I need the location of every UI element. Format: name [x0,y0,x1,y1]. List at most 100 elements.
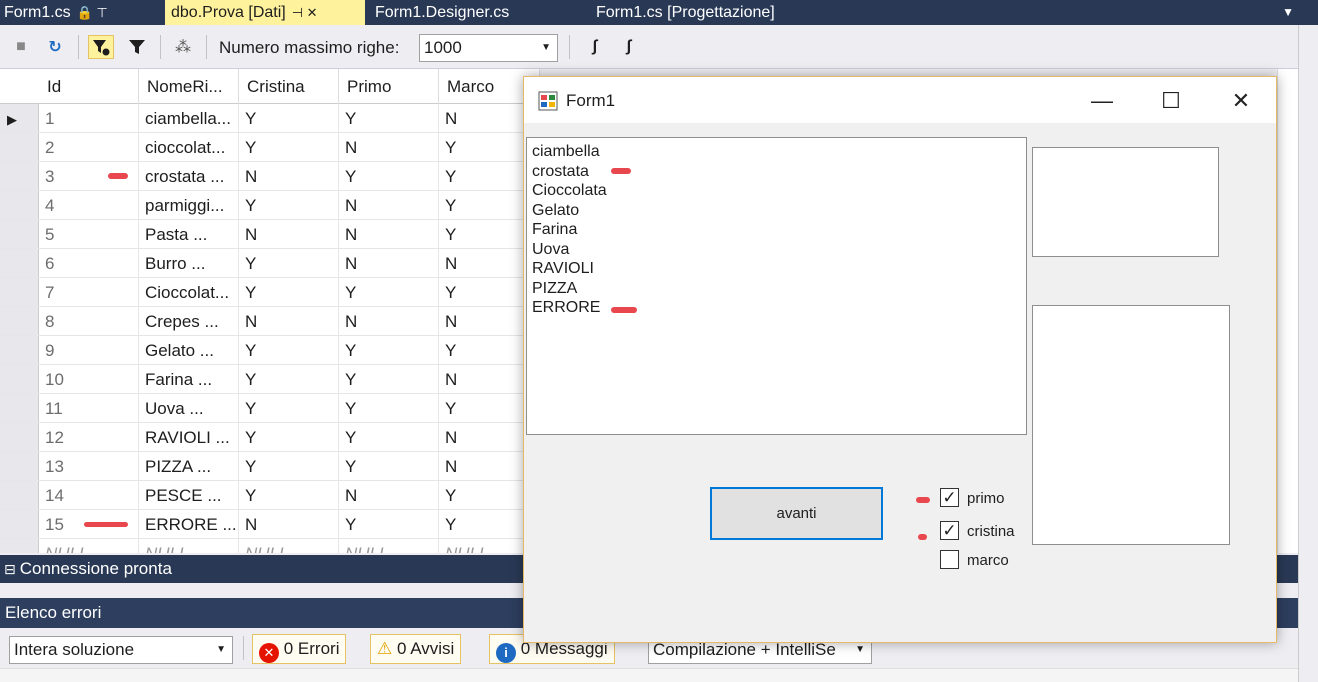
tab-dbo-prova-dati[interactable]: dbo.Prova [Dati] ⊣ ✕ [165,0,365,25]
table-row[interactable]: 10 Farina ... Y Y N [0,365,540,394]
table-row[interactable]: 12 RAVIOLI ... Y Y N [0,423,540,452]
list-item[interactable]: Cioccolata [532,181,607,200]
table-row[interactable]: 6 Burro ... Y N N [0,249,540,278]
avanti-button[interactable]: avanti [710,487,883,540]
cell-id[interactable]: 10 [39,365,139,394]
cell-nomeri[interactable]: Burro ... [139,249,239,278]
bottom-right-listbox[interactable] [1032,305,1230,545]
filter-toggle-icon[interactable] [88,35,114,59]
table-row[interactable]: 5 Pasta ... N N Y [0,220,540,249]
cell-primo[interactable]: N [339,133,439,162]
tab-form1-cs[interactable]: Form1.cs 🔒 ⊤ [4,0,108,25]
cell-cristina[interactable]: Y [239,336,339,365]
cell-primo[interactable]: NULL [339,539,439,553]
cell-primo[interactable]: Y [339,104,439,133]
pin-close-icon[interactable]: ⊣ ✕ [292,0,318,25]
cell-primo[interactable]: Y [339,278,439,307]
cell-cristina[interactable]: Y [239,104,339,133]
table-row[interactable]: ▶ 1 ciambella... Y Y N [0,104,540,133]
cell-cristina[interactable]: Y [239,249,339,278]
list-item[interactable]: crostata [532,162,589,181]
cell-nomeri[interactable]: PESCE ... [139,481,239,510]
minimize-icon[interactable]: — [1082,87,1122,117]
cell-nomeri[interactable]: Farina ... [139,365,239,394]
cell-cristina[interactable]: Y [239,481,339,510]
cell-id[interactable]: 12 [39,423,139,452]
table-row[interactable]: 15 ERRORE ... N Y Y [0,510,540,539]
cell-nomeri[interactable]: ciambella... [139,104,239,133]
cell-id[interactable]: 11 [39,394,139,423]
warnings-filter-button[interactable]: ⚠ 0 Avvisi [370,634,462,664]
cell-nomeri[interactable]: NULL [139,539,239,553]
cell-nomeri[interactable]: parmiggi... [139,191,239,220]
tab-overflow-dropdown-icon[interactable]: ▼ [1282,0,1294,25]
list-item[interactable]: RAVIOLI [532,259,594,278]
cell-primo[interactable]: Y [339,394,439,423]
cell-primo[interactable]: Y [339,365,439,394]
column-header-primo[interactable]: Primo [339,69,439,104]
cell-id[interactable]: 13 [39,452,139,481]
maximize-icon[interactable]: ☐ [1151,87,1191,117]
vertical-scrollbar[interactable] [1277,69,1298,553]
cell-primo[interactable]: N [339,307,439,336]
cell-nomeri[interactable]: crostata ... [139,162,239,191]
cell-cristina[interactable]: Y [239,452,339,481]
error-scope-combo[interactable]: Intera soluzione ▼ [9,636,233,664]
recipe-listbox[interactable]: ciambella crostata Cioccolata Gelato Farina U… [526,137,1027,435]
cell-primo[interactable]: Y [339,336,439,365]
cell-primo[interactable]: Y [339,510,439,539]
filter-icon[interactable] [124,35,150,59]
checkbox-cristina[interactable]: ✓ [940,521,959,540]
cell-cristina[interactable]: Y [239,191,339,220]
table-row[interactable]: 14 PESCE ... Y N Y [0,481,540,510]
checkbox-primo[interactable]: ✓ [940,488,959,507]
table-row[interactable]: 11 Uova ... Y Y Y [0,394,540,423]
cell-nomeri[interactable]: Uova ... [139,394,239,423]
cell-cristina[interactable]: NULL [239,539,339,553]
table-row[interactable]: 7 Cioccolat... Y Y Y [0,278,540,307]
cell-id[interactable]: 5 [39,220,139,249]
table-row[interactable]: 2 cioccolat... Y N Y [0,133,540,162]
list-item[interactable]: PIZZA [532,279,577,298]
cell-id[interactable]: NULL [39,539,139,553]
cell-id[interactable]: 4 [39,191,139,220]
refresh-icon[interactable]: ↻ [42,35,68,59]
cell-cristina[interactable]: Y [239,394,339,423]
tab-form1-designer-cs[interactable]: Form1.Designer.cs [375,0,509,25]
table-row[interactable]: 13 PIZZA ... Y Y N [0,452,540,481]
script-icon[interactable]: ∫ [582,35,608,59]
cell-nomeri[interactable]: Pasta ... [139,220,239,249]
cell-nomeri[interactable]: Gelato ... [139,336,239,365]
table-row[interactable]: 9 Gelato ... Y Y Y [0,336,540,365]
cell-id[interactable]: 2 [39,133,139,162]
pointer-icon[interactable]: ⁂ [170,35,196,59]
checkbox-marco[interactable] [940,550,959,569]
tab-form1-cs-progettazione[interactable]: Form1.cs [Progettazione] [596,0,775,25]
cell-cristina[interactable]: N [239,162,339,191]
close-icon[interactable]: ✕ [1221,87,1261,117]
cell-primo[interactable]: Y [339,452,439,481]
cell-nomeri[interactable]: RAVIOLI ... [139,423,239,452]
cell-id[interactable]: 7 [39,278,139,307]
cell-primo[interactable]: N [339,481,439,510]
list-item[interactable]: ERRORE [532,298,600,317]
column-header-cristina[interactable]: Cristina [239,69,339,104]
cell-cristina[interactable]: N [239,510,339,539]
stop-icon[interactable]: ■ [8,35,34,59]
table-row[interactable]: 3 crostata ... N Y Y [0,162,540,191]
cell-id[interactable]: 1 [39,104,139,133]
cell-cristina[interactable]: N [239,307,339,336]
cell-nomeri[interactable]: Crepes ... [139,307,239,336]
cell-primo[interactable]: N [339,249,439,278]
cell-cristina[interactable]: Y [239,278,339,307]
new-row[interactable]: NULLNULLNULLNULLNULL [0,539,540,553]
cell-id[interactable]: 14 [39,481,139,510]
cell-cristina[interactable]: N [239,220,339,249]
cell-primo[interactable]: Y [339,423,439,452]
max-rows-combo[interactable]: 1000 ▼ [419,34,558,62]
cell-cristina[interactable]: Y [239,423,339,452]
column-header-nomeri[interactable]: NomeRi... [139,69,239,104]
cell-primo[interactable]: N [339,220,439,249]
cell-cristina[interactable]: Y [239,133,339,162]
pin-lock-icon[interactable]: 🔒 ⊤ [77,0,108,25]
